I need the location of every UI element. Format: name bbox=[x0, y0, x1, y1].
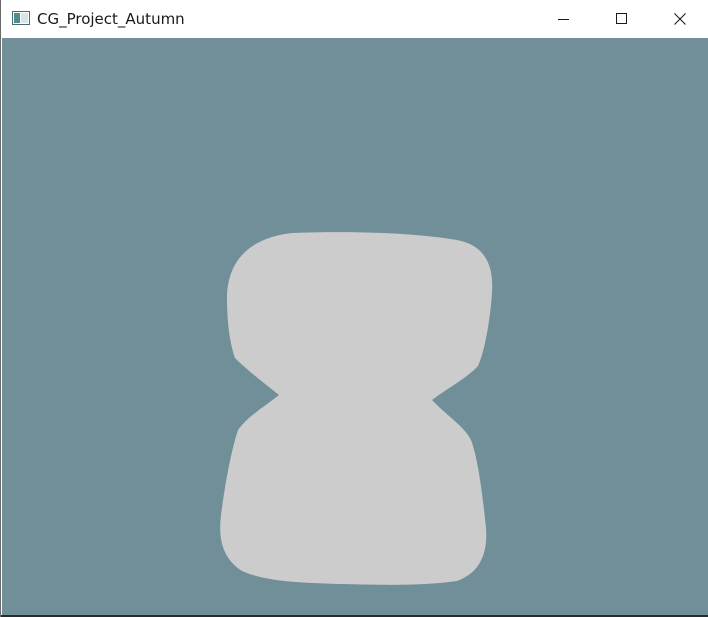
render-viewport[interactable] bbox=[2, 38, 708, 615]
minimize-button[interactable] bbox=[535, 0, 593, 38]
hourglass-shape bbox=[220, 232, 493, 585]
window-title: CG_Project_Autumn bbox=[37, 10, 185, 28]
title-bar[interactable]: CG_Project_Autumn bbox=[2, 0, 708, 38]
app-window-icon bbox=[12, 11, 30, 25]
close-icon bbox=[674, 13, 686, 25]
maximize-icon bbox=[616, 13, 627, 24]
maximize-button[interactable] bbox=[593, 0, 651, 38]
viewport-drawing bbox=[220, 232, 493, 585]
app-window: CG_Project_Autumn bbox=[0, 0, 708, 617]
minimize-icon bbox=[558, 19, 569, 20]
close-button[interactable] bbox=[651, 0, 708, 38]
